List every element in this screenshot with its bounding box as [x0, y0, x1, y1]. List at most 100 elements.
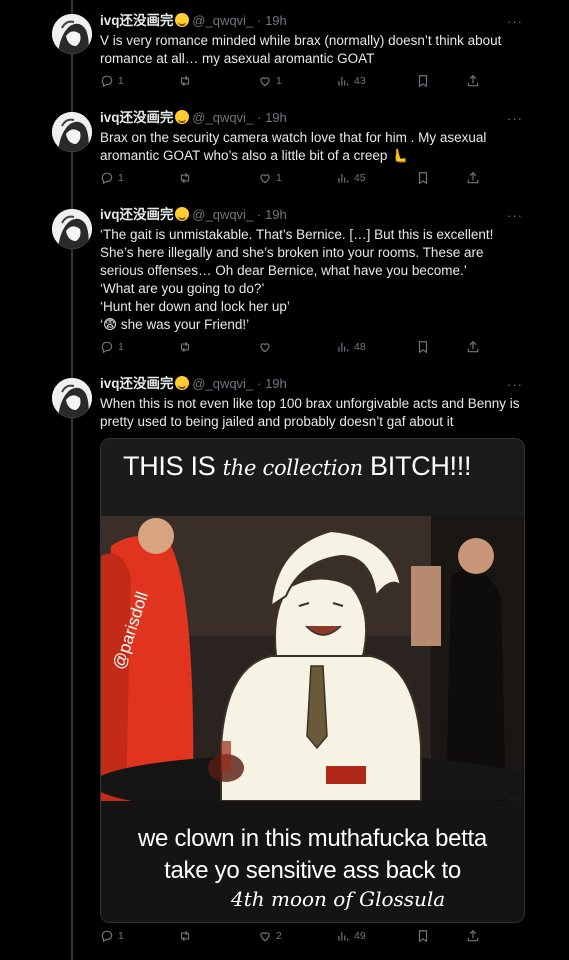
reply-count: 1	[118, 341, 124, 353]
bookmark-button[interactable]	[416, 74, 434, 88]
like-count: 2	[276, 930, 282, 942]
views-button[interactable]: 48	[336, 340, 366, 354]
share-button[interactable]	[466, 171, 484, 185]
meme-bottom-line1: we clown in this muthafucka betta	[138, 825, 487, 852]
timestamp[interactable]: 19h	[265, 376, 287, 391]
tweet-line: When this is not even like top 100 brax …	[100, 396, 520, 411]
share-button[interactable]	[466, 929, 484, 943]
views-button[interactable]: 43	[336, 74, 366, 88]
author-handle[interactable]: @_qwqvi_	[192, 13, 253, 28]
avatar[interactable]	[52, 112, 92, 152]
tweet-header: ivq还没画完 @_qwqvi_ · 19h	[100, 109, 520, 127]
repost-button[interactable]	[178, 74, 196, 88]
reply-button[interactable]: 1	[100, 74, 124, 88]
bookmark-button[interactable]	[416, 340, 434, 354]
grin-emoji-icon	[174, 13, 189, 27]
bookmark-icon	[418, 341, 428, 354]
more-icon[interactable]: ···	[507, 377, 523, 392]
timestamp[interactable]: 19h	[265, 13, 287, 28]
repost-button[interactable]	[178, 929, 196, 943]
author-handle[interactable]: @_qwqvi_	[192, 207, 253, 222]
tweet-line: ‘Hunt her down and lock her up’	[100, 299, 290, 314]
avatar[interactable]	[52, 14, 92, 54]
repost-icon	[180, 75, 190, 87]
repost-icon	[180, 172, 190, 184]
like-button[interactable]	[258, 340, 276, 354]
meme-bottom-line3: 4th moon of Glossula	[231, 887, 446, 911]
timestamp[interactable]: 19h	[265, 110, 287, 125]
reply-icon	[101, 75, 113, 88]
bookmark-button[interactable]	[416, 929, 434, 943]
author-name[interactable]: ivq还没画完	[100, 13, 174, 28]
avatar[interactable]	[52, 378, 92, 418]
grin-emoji-icon	[174, 207, 189, 221]
like-icon	[260, 174, 270, 184]
share-button[interactable]	[466, 74, 484, 88]
tweet-header: ivq还没画完 @_qwqvi_ · 19h	[100, 375, 520, 393]
reply-icon	[101, 172, 113, 185]
like-button[interactable]: 1	[258, 171, 282, 185]
like-button[interactable]: 1	[258, 74, 282, 88]
tweet-text: Brax on the security camera watch love t…	[100, 129, 520, 165]
repost-icon	[180, 930, 190, 942]
share-icon	[467, 74, 479, 87]
views-button[interactable]: 45	[336, 171, 366, 185]
share-button[interactable]	[466, 340, 484, 354]
views-icon	[338, 173, 349, 183]
separator: ·	[256, 13, 262, 28]
tweet-image[interactable]: THIS IS the collection BITCH!!! @parisdo…	[100, 438, 525, 923]
action-bar: 1 2 49	[100, 929, 480, 945]
like-icon	[260, 932, 270, 942]
separator: ·	[256, 207, 262, 222]
grin-emoji-icon	[174, 110, 189, 124]
tweet-text: When this is not even like top 100 brax …	[100, 395, 520, 431]
avatar[interactable]	[52, 209, 92, 249]
reply-icon	[101, 341, 113, 354]
views-count: 43	[354, 75, 366, 87]
views-button[interactable]: 49	[336, 929, 366, 943]
more-icon[interactable]: ···	[507, 14, 523, 29]
action-bar: 1 1 43	[100, 74, 480, 90]
author-name[interactable]: ivq还没画完	[100, 110, 174, 125]
grin-emoji-icon	[174, 376, 189, 390]
reply-button[interactable]: 1	[100, 171, 124, 185]
timestamp[interactable]: 19h	[265, 207, 287, 222]
meme-top-script: the collection	[222, 456, 364, 480]
like-icon	[260, 77, 270, 87]
author-handle[interactable]: @_qwqvi_	[192, 376, 253, 391]
tweet-line: V is very romance minded while brax (nor…	[100, 33, 502, 48]
repost-button[interactable]	[178, 340, 196, 354]
more-icon[interactable]: ···	[507, 111, 523, 126]
like-icon	[260, 343, 270, 353]
views-count: 49	[354, 930, 366, 942]
repost-icon	[180, 341, 190, 353]
tweet-line: ‘The gait is unmistakable. That’s Bernic…	[100, 227, 494, 242]
bookmark-icon	[418, 930, 428, 943]
meme-illustration	[101, 516, 524, 801]
reply-button[interactable]: 1	[100, 340, 124, 354]
more-icon[interactable]: ···	[507, 208, 523, 223]
share-icon	[467, 340, 479, 353]
author-name[interactable]: ivq还没画完	[100, 376, 174, 391]
views-icon	[338, 342, 349, 352]
views-icon	[338, 931, 349, 941]
tweet-line: romance at all… my asexual aromantic GOA…	[100, 51, 375, 66]
meme-bottom-line2: take yo sensitive ass back to	[164, 857, 461, 884]
separator: ·	[256, 110, 262, 125]
reply-count: 1	[118, 75, 124, 87]
like-button[interactable]: 2	[258, 929, 282, 943]
author-name[interactable]: ivq还没画完	[100, 207, 174, 222]
reply-button[interactable]: 1	[100, 929, 124, 943]
reply-count: 1	[118, 930, 124, 942]
tweet-line: ‘What are you going to do?’	[100, 281, 265, 296]
author-handle[interactable]: @_qwqvi_	[192, 110, 253, 125]
repost-button[interactable]	[178, 171, 196, 185]
views-count: 48	[354, 341, 366, 353]
bookmark-button[interactable]	[416, 171, 434, 185]
tweet-line: serious offenses… Oh dear Bernice, what …	[100, 263, 467, 278]
tweet-line: ‘😨 she was your Friend!’	[100, 317, 250, 332]
separator: ·	[256, 376, 262, 391]
meme-top-caption: THIS IS the collection BITCH!!!	[101, 439, 524, 516]
tweet-line: aromantic GOAT who’s also a little bit o…	[100, 148, 408, 163]
action-bar: 1 1 45	[100, 171, 480, 187]
